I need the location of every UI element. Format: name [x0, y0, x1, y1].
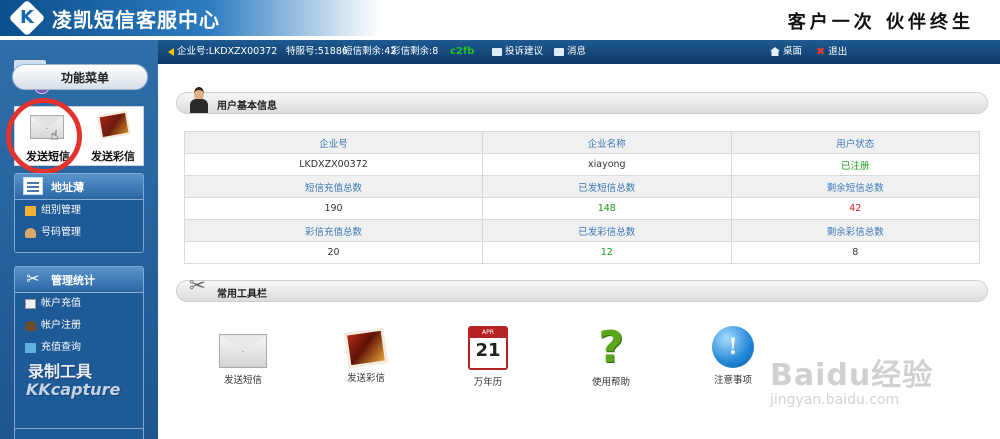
envelope-icon [219, 334, 267, 368]
watermark-recorder: 录制工具 [28, 362, 93, 381]
people-icon [25, 228, 36, 238]
tool-help[interactable]: ? 使用帮助 [566, 322, 656, 389]
table-row: LKDXZX00372 xiayong 已注册 [183, 153, 981, 176]
address-book-header[interactable]: 地址薄 [15, 174, 143, 200]
basic-info-table: 企业号 企业名称 用户状态 LKDXZX00372 xiayong 已注册 短信… [183, 131, 981, 264]
info-icon: ! [712, 326, 754, 368]
slogan: 客户一次 伙伴终生 [787, 12, 974, 33]
question-icon: ? [598, 322, 624, 373]
message-link[interactable]: 消息 [554, 40, 586, 64]
logout-link[interactable]: ✖ 退出 [816, 40, 847, 64]
document-icon [25, 299, 36, 309]
cursor-hand-icon: ☝ [50, 128, 59, 144]
sidebar: 功能菜单 发送短信 发送彩信 ☝ 地址薄 组别管理 号码管理 ✂ 管理统计 帐户 [0, 40, 158, 439]
special-number: 特服号:51886 [286, 46, 348, 57]
person-icon [25, 321, 36, 331]
query-icon [25, 343, 36, 353]
folder-icon [25, 206, 36, 216]
table-row: 20 12 8 [183, 241, 981, 264]
sidebar-item-recharge[interactable]: 帐户充值 [15, 293, 143, 315]
sidebar-item-recharge-query[interactable]: 充值查询 [15, 337, 143, 359]
basic-info-header: 用户基本信息 [176, 87, 988, 114]
user-icon [189, 87, 209, 115]
table-row: 短信充值总数 已发短信总数 剩余短信总数 [183, 175, 981, 198]
table-row: 企业号 企业名称 用户状态 [183, 131, 981, 154]
logo-bar: K 凌凯短信客服中心 [0, 0, 380, 37]
watermark-kkcapture: KKcapture [26, 380, 121, 399]
baidu-watermark: Baidu经验 [770, 358, 934, 393]
management-header[interactable]: ✂ 管理统计 [15, 267, 143, 293]
desktop-link[interactable]: 桌面 [770, 40, 802, 64]
info-query-group[interactable] [14, 428, 144, 439]
logo-icon: K [8, 0, 46, 37]
enterprise-status: 企业号:LKDXZX00372 [168, 40, 277, 64]
table-row: 190 148 42 [183, 197, 981, 220]
mms-left: 彩信剩余:8 [391, 46, 439, 57]
photo-icon [343, 327, 389, 369]
exit-icon: ✖ [816, 45, 826, 58]
photo-icon [97, 110, 131, 140]
tools-icon: ✂ [26, 269, 40, 288]
send-mms-button[interactable]: 发送彩信 [81, 107, 145, 167]
sms-left: 短信剩余:42 [343, 46, 397, 57]
mail-icon [492, 47, 502, 56]
address-book-icon [23, 177, 43, 195]
home-icon [770, 47, 780, 56]
message-icon [554, 47, 564, 56]
tool-calendar[interactable]: APR 21 万年历 [443, 326, 533, 388]
suggest-link[interactable]: 投诉建议 [492, 40, 543, 64]
table-row: 彩信充值总数 已发彩信总数 剩余彩信总数 [183, 219, 981, 242]
menu-header: 功能菜单 [12, 64, 148, 90]
highlight-circle [6, 98, 82, 174]
address-book-group: 地址薄 组别管理 号码管理 [14, 173, 144, 253]
sidebar-item-register[interactable]: 帐户注册 [15, 315, 143, 337]
tool-notes[interactable]: ! 注意事项 [688, 326, 778, 386]
tools-header: ✂ 常用工具栏 [176, 273, 988, 302]
sidebar-item-number-manage[interactable]: 号码管理 [15, 222, 143, 244]
management-group: ✂ 管理统计 帐户充值 帐户注册 充值查询 [14, 266, 144, 436]
status-bar: 企业号:LKDXZX00372 特服号:51886 短信剩余:42 彩信剩余:8… [158, 40, 1000, 64]
wrench-icon: ✂ [189, 273, 206, 297]
sidebar-item-group-manage[interactable]: 组别管理 [15, 200, 143, 222]
tool-send-sms[interactable]: 发送短信 [198, 326, 288, 386]
tool-send-mms[interactable]: 发送彩信 [321, 326, 411, 384]
speaker-icon [168, 47, 174, 56]
top-header: K 凌凯短信客服中心 客户一次 伙伴终生 [0, 0, 1000, 40]
calendar-icon: APR 21 [468, 326, 508, 370]
baidu-url-watermark: jingyan.baidu.com [770, 392, 900, 408]
status-label: c2fb [450, 46, 475, 57]
app-title: 凌凯短信客服中心 [52, 8, 220, 32]
